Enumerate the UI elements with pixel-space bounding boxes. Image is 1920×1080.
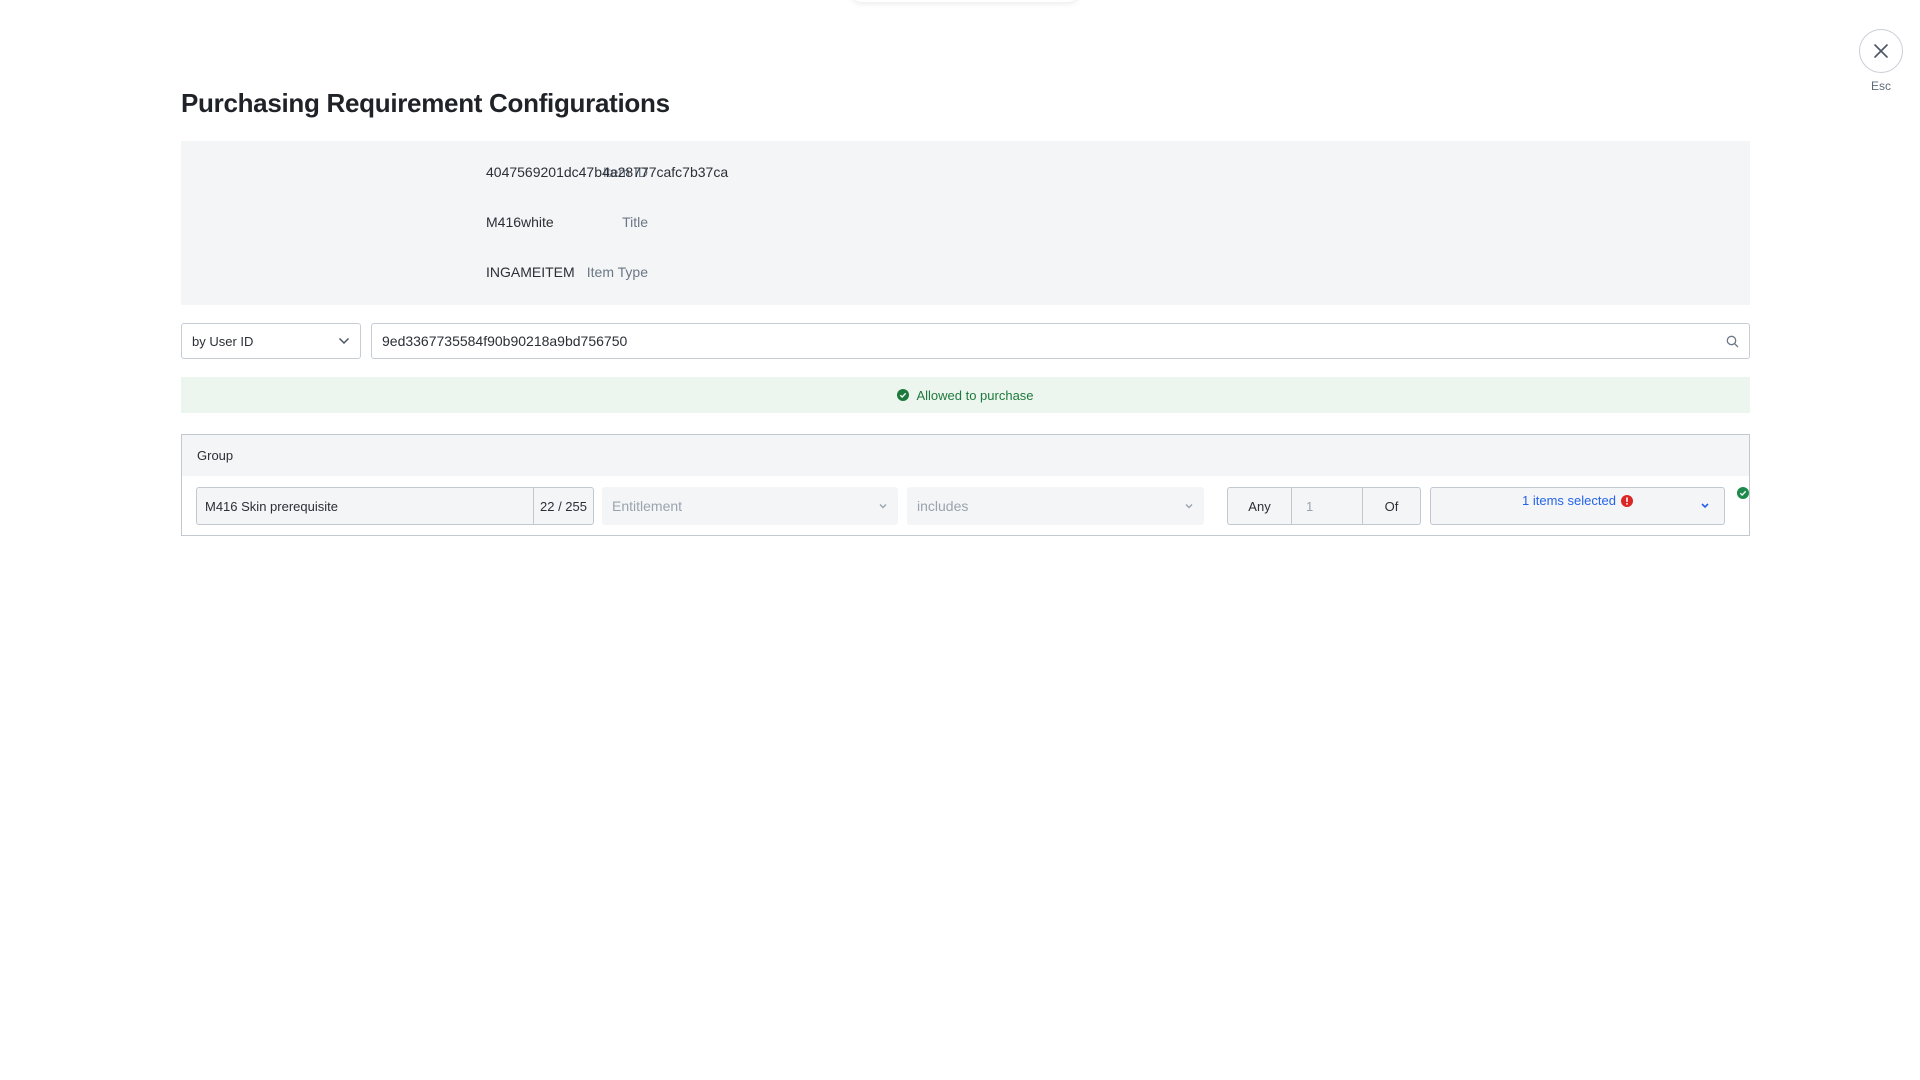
chevron-down-icon [338,337,350,345]
char-counter: 22 / 255 [533,488,593,524]
chevron-down-icon [1700,502,1710,509]
quantity-group: Any 1 Of [1227,487,1421,525]
error-icon [1620,494,1633,507]
item-info-panel: Item ID 4047569201dc47b4a28777cafc7b37ca… [181,141,1750,305]
chevron-down-icon [1184,503,1194,509]
requirement-name-value: M416 Skin prerequisite [205,498,338,514]
info-value: INGAMEITEM [486,264,575,280]
check-circle-icon [1737,487,1749,499]
operator-value: includes [917,498,969,514]
of-label: Of [1384,498,1399,514]
requirement-group: Group M416 Skin prerequisite 22 / 255 En… [181,434,1750,536]
user-id-value: 9ed3367735584f90b90218a9bd756750 [382,333,628,349]
purchase-status-banner: Allowed to purchase [181,377,1750,413]
close-control[interactable]: Esc [1859,29,1903,93]
quantity-input[interactable]: 1 [1292,488,1363,524]
chevron-down-icon [878,503,888,509]
close-icon [1873,43,1889,59]
lookup-type-value: by User ID [192,333,254,349]
user-lookup-row: by User ID 9ed3367735584f90b90218a9bd756… [181,323,1750,359]
search-icon[interactable] [1726,335,1739,348]
page-title: Purchasing Requirement Configurations [181,88,670,118]
info-value: 4047569201dc47b4a28777cafc7b37ca [486,164,729,180]
requirement-type-select[interactable]: Entitlement [602,487,898,525]
check-circle-icon [897,389,910,401]
info-label: Item Type [586,264,648,280]
close-shortcut-label: Esc [1870,79,1891,93]
info-row-title: Title M416white [181,214,1750,234]
info-label: Title [622,214,648,230]
items-multiselect[interactable]: 1 items selected [1430,487,1725,525]
items-selected-text: 1 items selected [1522,493,1616,508]
info-row-item-type: Item Type INGAMEITEM [181,264,1750,284]
user-id-input[interactable]: 9ed3367735584f90b90218a9bd756750 [371,323,1750,359]
group-header: Group [182,435,1749,476]
requirement-name-input[interactable]: M416 Skin prerequisite 22 / 255 [196,487,594,525]
operator-select[interactable]: includes [907,487,1204,525]
any-label: Any [1228,488,1292,524]
lookup-type-select[interactable]: by User ID [181,323,361,359]
top-drag-handle [850,0,1080,2]
requirement-type-value: Entitlement [612,498,683,514]
status-text: Allowed to purchase [916,387,1034,403]
requirement-row: M416 Skin prerequisite 22 / 255 Entitlem… [196,487,1749,525]
info-value: M416white [486,214,554,230]
info-row-item-id: Item ID 4047569201dc47b4a28777cafc7b37ca [181,164,1750,184]
close-button[interactable] [1859,29,1903,73]
